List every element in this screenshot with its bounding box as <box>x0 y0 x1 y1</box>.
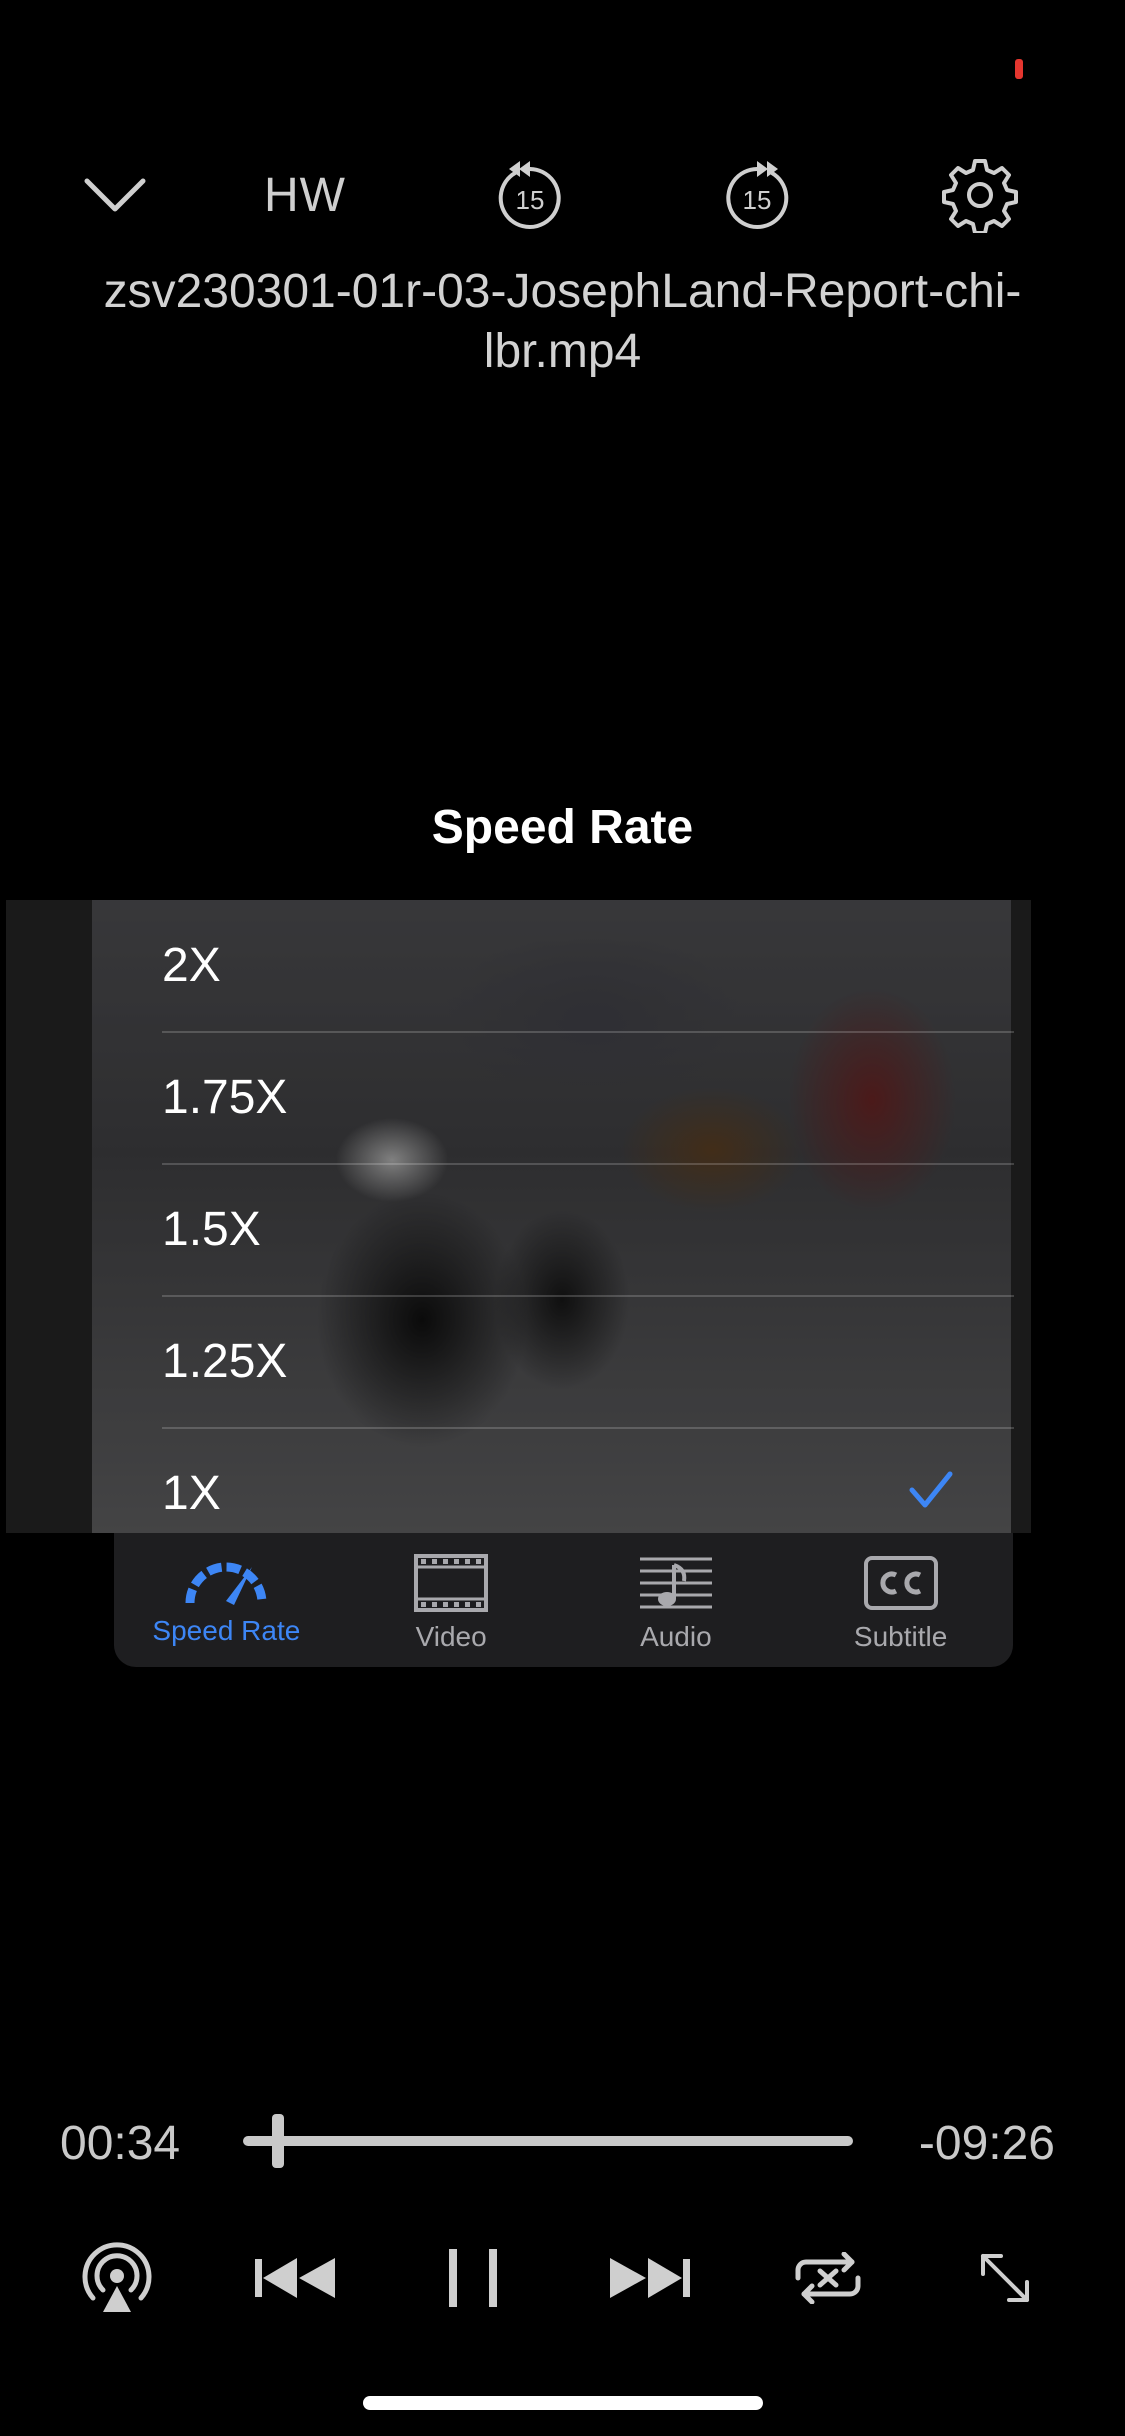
elapsed-time: 00:34 <box>60 2117 181 2170</box>
tab-label: Video <box>415 1621 487 1652</box>
settings-tab-bar: Speed Rate Video Audio Subtitle <box>114 1533 1013 1667</box>
recording-indicator <box>1015 59 1023 79</box>
collapse-button[interactable] <box>70 150 160 240</box>
panel-title: Speed Rate <box>431 801 694 854</box>
speed-option-1-5x[interactable]: 1.5X <box>162 1164 1014 1297</box>
chevron-down-icon <box>84 178 146 212</box>
tab-label: Speed Rate <box>152 1615 301 1646</box>
tab-audio[interactable]: Audio <box>564 1533 789 1667</box>
tab-video[interactable]: Video <box>339 1533 564 1667</box>
skip-back-seconds: 15 <box>516 185 545 215</box>
file-name: zsv230301-01r-03-JosephLand-Report-chi-l… <box>103 265 1022 378</box>
speed-option-label: 2X <box>162 939 221 992</box>
next-button[interactable] <box>605 2238 695 2318</box>
skip-forward-seconds: 15 <box>743 185 772 215</box>
remaining-time: -09:26 <box>918 2117 1055 2170</box>
speed-option-1-75x[interactable]: 1.75X <box>162 1032 1014 1165</box>
tab-label: Audio <box>640 1621 712 1652</box>
pause-button[interactable] <box>428 2238 518 2318</box>
skip-back-15-icon: 15 <box>498 161 561 229</box>
pause-icon <box>449 2249 497 2307</box>
skip-forward-15-icon: 15 <box>726 161 789 229</box>
skip-previous-icon <box>255 2258 335 2298</box>
progress-thumb[interactable] <box>271 2114 284 2168</box>
hw-decoder-button[interactable]: HW <box>250 150 360 240</box>
airplay-icon <box>82 2242 152 2312</box>
cc-icon <box>863 1556 938 1610</box>
progress-track[interactable] <box>243 2136 853 2146</box>
speed-option-2x[interactable]: 2X <box>162 900 1014 1033</box>
speed-option-label: 1.5X <box>162 1203 261 1256</box>
film-icon <box>414 1554 489 1612</box>
tab-subtitle[interactable]: Subtitle <box>788 1533 1013 1667</box>
speed-option-label: 1X <box>162 1467 221 1520</box>
expand-icon <box>981 2254 1029 2302</box>
speed-option-label: 1.75X <box>162 1071 288 1124</box>
checkmark-icon <box>909 1471 953 1508</box>
previous-button[interactable] <box>250 2238 340 2318</box>
airplay-button[interactable] <box>72 2238 162 2318</box>
fullscreen-button[interactable] <box>960 2238 1050 2318</box>
repeat-off-button[interactable] <box>783 2238 873 2318</box>
speed-option-label: 1.25X <box>162 1335 288 1388</box>
music-note-icon <box>639 1557 712 1609</box>
home-indicator[interactable] <box>363 2396 763 2410</box>
speedometer-icon <box>185 1562 267 1605</box>
gear-icon <box>942 159 1018 233</box>
settings-button[interactable] <box>940 150 1020 240</box>
skip-next-icon <box>610 2258 690 2298</box>
skip-back-button[interactable]: 15 <box>490 150 570 240</box>
tab-speed-rate[interactable]: Speed Rate <box>114 1533 339 1667</box>
speed-option-1-25x[interactable]: 1.25X <box>162 1296 1014 1429</box>
speed-options-list: 2X 1.75X 1.5X 1.25X 1X <box>114 900 1014 1533</box>
tab-label: Subtitle <box>853 1621 948 1652</box>
repeat-off-icon <box>795 2252 861 2304</box>
skip-forward-button[interactable]: 15 <box>717 150 797 240</box>
